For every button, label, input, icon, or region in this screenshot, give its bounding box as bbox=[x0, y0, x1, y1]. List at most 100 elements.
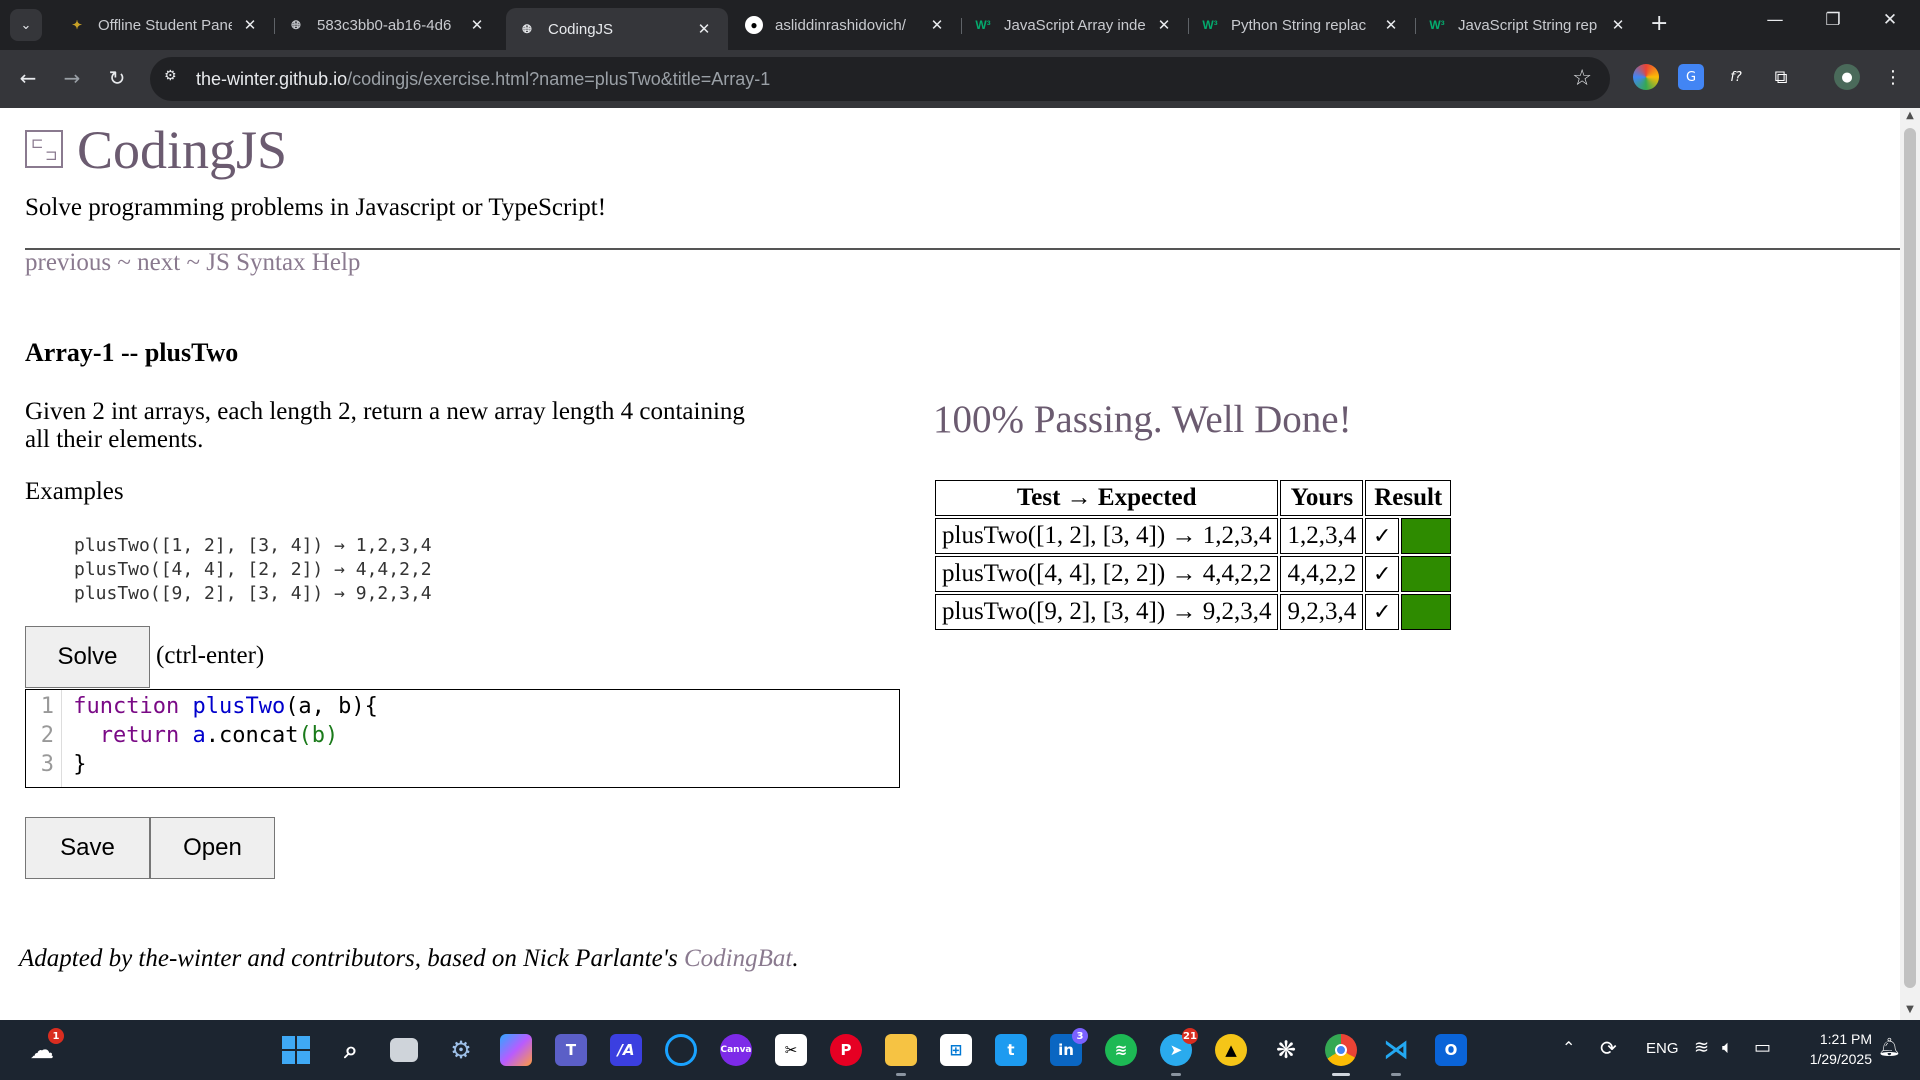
tab-js-array-index[interactable]: W³ JavaScript Array inde ✕ bbox=[962, 8, 1188, 42]
weather-badge: 1 bbox=[48, 1028, 64, 1044]
scroll-down-icon[interactable]: ▼ bbox=[1900, 1004, 1920, 1015]
line-number: 1 bbox=[40, 694, 54, 719]
clock-time[interactable]: 1:21 PM bbox=[1812, 1031, 1872, 1047]
color-picker-extension-icon[interactable] bbox=[1633, 64, 1659, 90]
codingbat-link[interactable]: CodingBat bbox=[684, 945, 792, 972]
close-icon[interactable]: ✕ bbox=[927, 16, 947, 34]
tab-title: Python String replac bbox=[1231, 16, 1367, 34]
new-tab-button[interactable]: + bbox=[1650, 11, 1668, 36]
profile-avatar[interactable]: ● bbox=[1834, 64, 1860, 90]
code-editor[interactable]: 1 function plusTwo(a, b){ 2 return a.con… bbox=[25, 689, 900, 788]
minimize-button[interactable]: — bbox=[1755, 10, 1795, 30]
battery-icon[interactable]: ▭ bbox=[1754, 1037, 1771, 1058]
globe-icon: 🌐︎ bbox=[522, 21, 532, 36]
solve-button[interactable]: Solve bbox=[25, 626, 150, 688]
show-hidden-icons-chevron-icon[interactable]: ⌃ bbox=[1562, 1038, 1575, 1058]
capcut-icon[interactable]: ✂ bbox=[775, 1034, 807, 1066]
tab-github[interactable]: ● asliddinrashidovich/ ✕ bbox=[733, 8, 961, 42]
vscode-icon[interactable]: ⋊ bbox=[1380, 1034, 1412, 1066]
tab-offline-student-panel[interactable]: ✦ Offline Student Panel ✕ bbox=[56, 8, 274, 42]
syntax-help-link[interactable]: JS Syntax Help bbox=[206, 249, 360, 276]
close-icon[interactable]: ✕ bbox=[1381, 16, 1401, 34]
settings-gear-icon[interactable]: ⚙ bbox=[445, 1034, 477, 1066]
url-text[interactable]: the-winter.github.io/codingjs/exercise.h… bbox=[196, 69, 770, 90]
canva-icon[interactable]: Canva bbox=[720, 1034, 752, 1066]
tab-codingjs[interactable]: 🌐︎ CodingJS ✕ bbox=[506, 8, 728, 50]
open-button[interactable]: Open bbox=[150, 817, 275, 879]
tab-uuid[interactable]: 🌐︎ 583c3bb0-ab16-4d6 ✕ bbox=[275, 8, 501, 42]
example-line: plusTwo([9, 2], [3, 4]) → 9,2,3,4 bbox=[74, 583, 432, 604]
forward-button[interactable]: → bbox=[57, 66, 87, 90]
code-function-name: plusTwo bbox=[192, 694, 286, 719]
code-line[interactable]: 1 function plusTwo(a, b){ bbox=[26, 694, 378, 723]
tab-title: JavaScript String rep bbox=[1458, 16, 1598, 34]
bookmark-star-icon[interactable]: ☆ bbox=[1572, 66, 1592, 91]
code-line[interactable]: 3 } bbox=[26, 752, 87, 781]
clock-date[interactable]: 1/29/2025 bbox=[1796, 1051, 1872, 1067]
search-icon[interactable]: ⌕ bbox=[335, 1034, 367, 1066]
translate-extension-icon[interactable]: G bbox=[1678, 64, 1704, 90]
language-indicator[interactable]: ENG bbox=[1646, 1040, 1679, 1057]
example-line: plusTwo([1, 2], [3, 4]) → 1,2,3,4 bbox=[74, 535, 432, 556]
reload-button[interactable]: ↻ bbox=[102, 66, 132, 90]
telegram-icon[interactable]: ➤ 21 bbox=[1160, 1028, 1198, 1066]
puzzle-logo-icon: ⊏ ⊐ bbox=[25, 130, 63, 168]
menu-kebab-icon[interactable]: ⋮ bbox=[1880, 64, 1906, 90]
code-line[interactable]: 2 return a.concat(b) bbox=[26, 723, 338, 752]
site-title: CodingJS bbox=[77, 120, 288, 180]
linkedin-icon[interactable]: in 3 bbox=[1050, 1028, 1088, 1066]
chatgpt-icon[interactable]: ❋ bbox=[1270, 1034, 1302, 1066]
code-keyword: function bbox=[73, 694, 180, 719]
yours-cell: 1,2,3,4 bbox=[1280, 518, 1364, 554]
scroll-up-icon[interactable]: ▲ bbox=[1900, 110, 1920, 121]
tab-python-string-replace[interactable]: W³ Python String replac ✕ bbox=[1189, 8, 1415, 42]
sync-icon[interactable]: ⟳ bbox=[1600, 1036, 1617, 1061]
close-icon[interactable]: ✕ bbox=[467, 16, 487, 34]
close-icon[interactable]: ✕ bbox=[240, 16, 260, 34]
spotify-icon[interactable]: ≋ bbox=[1105, 1034, 1137, 1066]
table-row: plusTwo([9, 2], [3, 4]) → 9,2,3,4 9,2,3,… bbox=[935, 594, 1452, 630]
close-icon[interactable]: ✕ bbox=[1154, 16, 1174, 34]
tab-search-button[interactable]: ⌄ bbox=[10, 9, 42, 41]
microsoft-store-icon[interactable]: ⊞ bbox=[940, 1034, 972, 1066]
task-view-icon[interactable] bbox=[390, 1038, 418, 1062]
pinterest-icon[interactable]: P bbox=[830, 1034, 862, 1066]
tab-js-string-replace[interactable]: W³ JavaScript String rep ✕ bbox=[1416, 8, 1642, 42]
font-extension-icon[interactable]: f? bbox=[1723, 64, 1749, 90]
running-indicator bbox=[1391, 1073, 1401, 1076]
volume-icon[interactable]: 🔈︎ bbox=[1722, 1037, 1733, 1058]
address-bar[interactable]: ⚙ the-winter.github.io/codingjs/exercise… bbox=[150, 57, 1610, 101]
weather-icon[interactable]: ☁ 1 bbox=[26, 1028, 64, 1066]
restore-button[interactable]: ❐ bbox=[1813, 10, 1853, 30]
passing-status: 100% Passing. Well Done! bbox=[933, 398, 1352, 441]
outlook-icon[interactable]: O bbox=[1435, 1034, 1467, 1066]
pen-app-icon[interactable]: /A bbox=[610, 1034, 642, 1066]
cortana-icon[interactable] bbox=[665, 1034, 697, 1066]
tab-title: Offline Student Panel bbox=[98, 16, 232, 34]
teams-icon[interactable]: T bbox=[555, 1034, 587, 1066]
twitter-icon[interactable]: t bbox=[995, 1034, 1027, 1066]
scroll-thumb[interactable] bbox=[1904, 128, 1916, 988]
linkedin-badge: 3 bbox=[1072, 1028, 1088, 1044]
check-icon: ✓ bbox=[1365, 594, 1400, 630]
warning-app-icon[interactable]: ▲ bbox=[1215, 1034, 1247, 1066]
copilot-icon[interactable] bbox=[500, 1034, 532, 1066]
previous-link[interactable]: previous bbox=[25, 249, 111, 276]
site-info-icon[interactable]: ⚙ bbox=[164, 68, 184, 88]
line-number: 3 bbox=[40, 752, 54, 777]
extensions-puzzle-icon[interactable]: ⧉ bbox=[1768, 64, 1794, 90]
browser-toolbar: ← → ↻ ⚙ the-winter.github.io/codingjs/ex… bbox=[0, 50, 1920, 108]
close-icon[interactable]: ✕ bbox=[694, 20, 714, 38]
file-explorer-icon[interactable] bbox=[885, 1034, 917, 1066]
close-window-button[interactable]: ✕ bbox=[1870, 10, 1910, 30]
close-icon[interactable]: ✕ bbox=[1608, 16, 1628, 34]
notification-bell-icon[interactable]: 🔔︎ bbox=[1878, 1037, 1901, 1058]
problem-nav: previous ~ next ~ JS Syntax Help bbox=[25, 249, 360, 277]
vertical-scrollbar[interactable]: ▲ ▼ bbox=[1900, 108, 1920, 1020]
back-button[interactable]: ← bbox=[13, 66, 43, 90]
chrome-icon[interactable] bbox=[1325, 1034, 1357, 1066]
windows-start-icon[interactable] bbox=[280, 1034, 312, 1066]
next-link[interactable]: next bbox=[137, 249, 180, 276]
wifi-icon[interactable]: ≋ bbox=[1694, 1037, 1709, 1058]
save-button[interactable]: Save bbox=[25, 817, 150, 879]
